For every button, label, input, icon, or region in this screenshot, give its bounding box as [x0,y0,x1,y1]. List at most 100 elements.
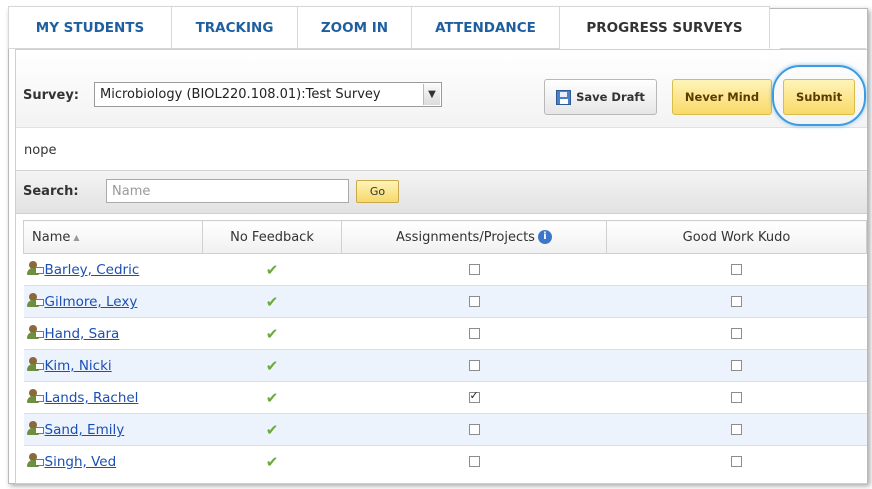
save-draft-label: Save Draft [576,90,645,104]
student-name-link[interactable]: Gilmore, Lexy [45,294,138,310]
assignments-cell [341,445,607,477]
assignments-header-label: Assignments/Projects [396,229,535,245]
submit-button[interactable]: Submit [783,79,855,115]
survey-select-value: Microbiology (BIOL220.108.01):Test Surve… [100,87,381,102]
assignments-cell [341,349,607,382]
floppy-disk-icon [556,89,572,105]
tab-attendance[interactable]: ATTENDANCE [412,6,560,49]
info-icon[interactable]: i [537,230,552,244]
kudo-cell [606,349,867,382]
kudo-checkbox[interactable] [731,360,742,371]
assignments-cell [341,413,607,446]
student-name-cell: Lands, Rachel [23,381,203,414]
assignments-checkbox[interactable] [468,424,480,435]
student-name-cell: Gilmore, Lexy [23,285,203,318]
assignments-checkbox[interactable] [468,264,480,275]
table-row: Kim, Nicki ✔ [23,349,867,382]
student-message-icon [26,357,44,372]
no-feedback-cell: ✔ [202,349,342,382]
student-name-link[interactable]: Barley, Cedric [45,262,140,278]
go-button[interactable]: Go [356,180,399,203]
tab-progress-surveys[interactable]: PROGRESS SURVEYS [560,6,770,49]
table-header-row: Name ▲ No Feedback Assignments/Projects i … [23,220,867,254]
student-name-link[interactable]: Kim, Nicki [45,358,112,374]
never-mind-button[interactable]: Never Mind [672,79,772,115]
checkmark-icon: ✔ [265,260,279,279]
assignments-cell [341,285,607,318]
kudo-checkbox[interactable] [731,424,742,435]
status-text: nope [24,143,57,158]
table-row: Barley, Cedric ✔ [23,253,867,286]
name-header-label: Name [32,229,71,245]
assignments-checkbox[interactable] [468,389,480,403]
survey-select[interactable]: Microbiology (BIOL220.108.01):Test Surve… [94,82,442,107]
tab-bar: MY STUDENTS TRACKING ZOOM IN ATTENDANCE … [8,6,770,50]
assignments-cell [341,381,607,414]
table-row: Lands, Rachel ✔ [23,381,867,414]
no-feedback-cell: ✔ [202,381,342,414]
assignments-cell [341,317,607,350]
assignments-checkbox[interactable] [468,360,480,371]
assignments-cell [341,253,607,286]
student-name-link[interactable]: Lands, Rachel [45,390,139,406]
assignments-checkbox[interactable] [468,456,480,467]
kudo-cell [606,317,867,350]
no-feedback-column-header: No Feedback [202,220,342,254]
no-feedback-cell: ✔ [202,445,342,477]
search-bar: Search: Go [16,170,867,214]
student-name-link[interactable]: Singh, Ved [45,454,117,470]
kudo-column-header: Good Work Kudo [606,220,867,254]
kudo-checkbox[interactable] [731,456,742,467]
student-name-cell: Singh, Ved [23,445,203,477]
tab-tracking[interactable]: TRACKING [172,6,298,49]
checkmark-icon: ✔ [265,356,279,375]
kudo-checkbox[interactable] [731,296,742,307]
student-table: Name ▲ No Feedback Assignments/Projects i … [23,220,867,477]
table-row: Hand, Sara ✔ [23,317,867,350]
no-feedback-cell: ✔ [202,285,342,318]
kudo-cell [606,445,867,477]
checkmark-icon: ✔ [265,388,279,407]
kudo-cell [606,413,867,446]
assignments-checkbox[interactable] [468,328,480,339]
student-name-link[interactable]: Sand, Emily [45,422,125,438]
no-feedback-cell: ✔ [202,317,342,350]
student-message-icon [26,261,44,276]
checkmark-icon: ✔ [265,420,279,439]
tab-zoom-in[interactable]: ZOOM IN [298,6,412,49]
kudo-checkbox[interactable] [731,264,742,275]
name-column-header[interactable]: Name ▲ [23,220,203,254]
student-message-icon [26,389,44,404]
student-name-cell: Sand, Emily [23,413,203,446]
table-row: Gilmore, Lexy ✔ [23,285,867,318]
search-input[interactable] [106,179,349,203]
kudo-checkbox[interactable] [731,328,742,339]
chevron-down-icon[interactable]: ▼ [423,84,440,105]
student-message-icon [26,325,44,340]
assignments-checkbox[interactable] [468,296,480,307]
table-row: Sand, Emily ✔ [23,413,867,446]
student-message-icon [26,453,44,468]
kudo-cell [606,253,867,286]
search-label: Search: [23,184,79,199]
student-name-cell: Hand, Sara [23,317,203,350]
checkmark-icon: ✔ [265,292,279,311]
sort-ascending-icon: ▲ [73,232,80,242]
checkmark-icon: ✔ [265,324,279,343]
kudo-checkbox[interactable] [731,392,742,403]
tab-bar-filler [780,6,866,49]
survey-toolbar: Survey: Microbiology (BIOL220.108.01):Te… [16,50,867,128]
student-name-cell: Kim, Nicki [23,349,203,382]
save-draft-button[interactable]: Save Draft [544,79,657,115]
kudo-cell [606,285,867,318]
student-message-icon [26,293,44,308]
assignments-column-header: Assignments/Projects i [341,220,607,254]
kudo-cell [606,381,867,414]
no-feedback-cell: ✔ [202,253,342,286]
survey-label: Survey: [23,88,79,103]
student-name-cell: Barley, Cedric [23,253,203,286]
student-name-link[interactable]: Hand, Sara [45,326,120,342]
tab-my-students[interactable]: MY STUDENTS [8,6,172,49]
table-row: Singh, Ved ✔ [23,445,867,477]
no-feedback-cell: ✔ [202,413,342,446]
